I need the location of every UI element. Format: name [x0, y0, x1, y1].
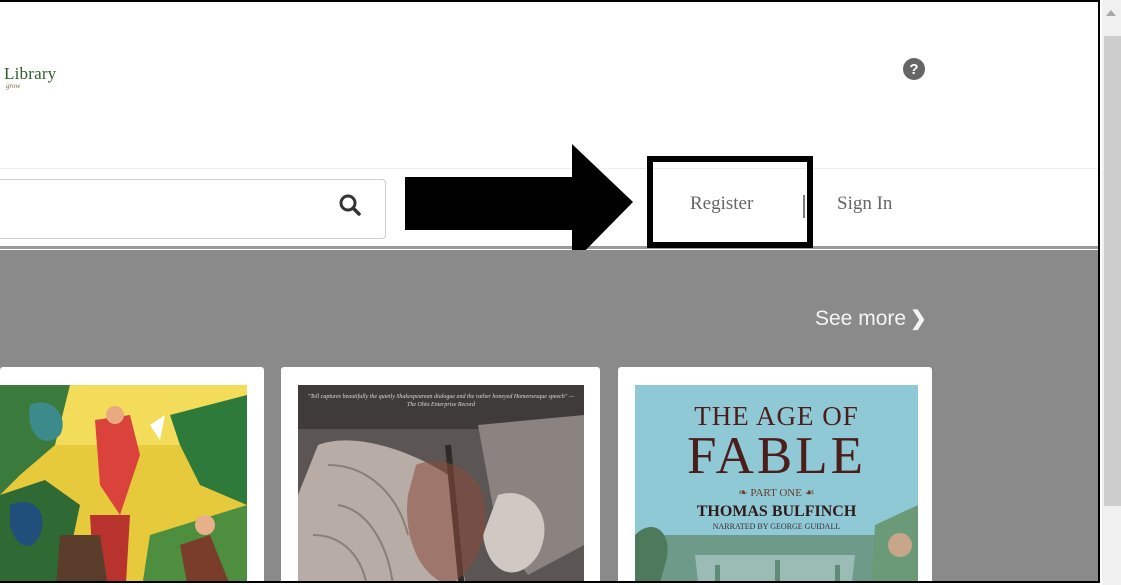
see-more-label: See more [815, 307, 907, 330]
help-icon[interactable]: ? [903, 58, 925, 80]
book-cover-image [0, 385, 247, 581]
flourish-icon: ❧ [738, 487, 751, 499]
register-highlight-box [647, 156, 813, 248]
book-card[interactable] [0, 367, 264, 581]
search-icon[interactable] [337, 192, 363, 218]
flourish-icon: ☙ [801, 487, 815, 499]
sign-in-link[interactable]: Sign In [837, 193, 892, 215]
book-card[interactable]: THE AGE OF FABLE ❧ PART ONE ☙ THOMAS BUL… [618, 367, 932, 581]
logo-text: Library [4, 64, 57, 83]
help-symbol: ? [909, 60, 919, 78]
scrollbar-thumb[interactable] [1104, 36, 1121, 506]
cover-part: ❧ PART ONE ☙ [635, 486, 918, 499]
search-input[interactable] [0, 179, 386, 239]
cover-quote: "Tell captures beautifully the quietly S… [307, 394, 575, 408]
see-more-link[interactable]: See more ❯ [815, 306, 927, 331]
book-cover-image [298, 385, 584, 581]
browser-viewport: Library grow ? Register Sign In See more… [0, 0, 1100, 583]
book-card[interactable]: "Tell captures beautifully the quietly S… [281, 367, 600, 581]
cover-narrator: NARRATED BY GEORGE GUIDALL [712, 522, 841, 531]
cover-part-label: PART ONE [750, 487, 802, 499]
cover-text: THE AGE OF FABLE ❧ PART ONE ☙ THOMAS BUL… [635, 385, 918, 531]
logo-tagline: grow [6, 82, 21, 90]
scroll-up-arrow-icon[interactable] [1106, 10, 1116, 16]
chevron-right-icon: ❯ [910, 308, 927, 330]
cover-title-line2: FABLE [687, 427, 866, 485]
right-arrow-icon [405, 144, 633, 264]
library-logo[interactable]: Library grow [0, 36, 62, 118]
cover-author: THOMAS BULFINCH [696, 503, 857, 520]
